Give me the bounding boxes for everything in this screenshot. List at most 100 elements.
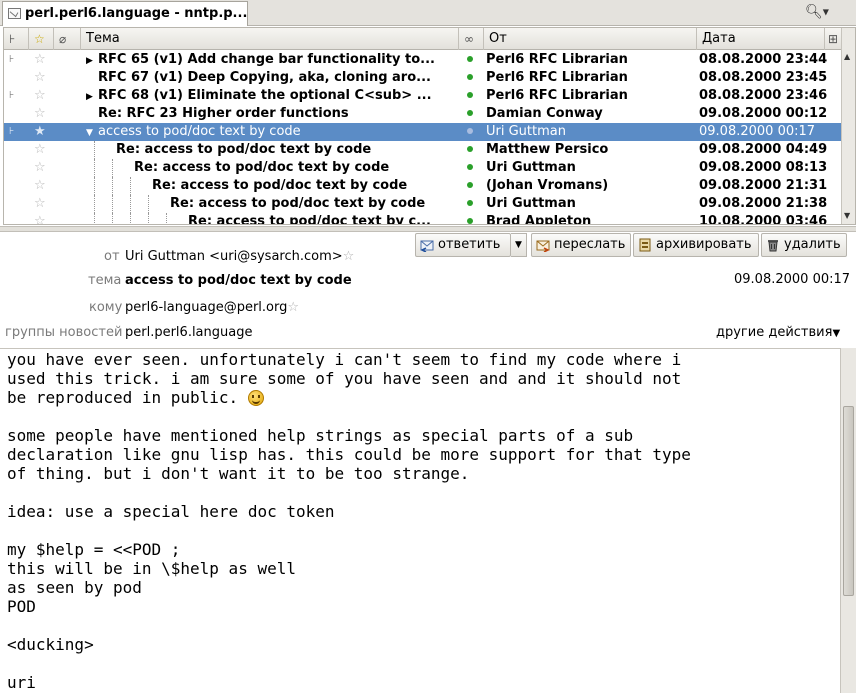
column-date[interactable]: Дата [697, 28, 825, 50]
message-subject: ▼ access to pod/doc text by code [86, 123, 462, 141]
scroll-down-icon[interactable]: ▼ [844, 211, 850, 220]
reply-label: ответить [438, 237, 501, 252]
delete-button[interactable]: удалить [761, 233, 847, 257]
column-picker[interactable]: ⊞ [825, 28, 841, 50]
star-icon[interactable]: ☆ [34, 51, 48, 69]
thread-tree-line [130, 195, 131, 213]
body-line: be reproduced in public. [7, 388, 248, 407]
delete-label: удалить [784, 237, 841, 252]
column-unread[interactable]: ∞ [459, 28, 484, 50]
unread-dot-icon[interactable] [467, 51, 475, 69]
message-row[interactable]: ⊦ ☆ ▶ RFC 65 (v1) Add change bar functional… [4, 51, 841, 69]
message-row[interactable]: ☆ Re: access to pod/doc text by code Uri G… [4, 159, 841, 177]
thread-scrollbar[interactable]: ▲ ▼ [841, 28, 855, 224]
message-subject-text: Re: RFC 23 Higher order functions [98, 106, 349, 121]
forward-button[interactable]: переслать [531, 233, 631, 257]
forward-icon [536, 240, 550, 252]
star-icon[interactable]: ☆ [34, 213, 48, 224]
column-thread[interactable]: ⊦ [4, 28, 29, 50]
unread-dot-icon[interactable] [467, 159, 475, 177]
subject-value: access to pod/doc text by code [125, 273, 352, 288]
message-from: Matthew Persico [486, 142, 609, 157]
column-from[interactable]: От [484, 28, 697, 50]
scrollbar-thumb[interactable] [843, 406, 854, 596]
unread-dot-icon[interactable] [467, 87, 475, 105]
reply-button[interactable]: ответить [415, 233, 511, 257]
tab-newsgroup[interactable]: perl.perl6.language - nntp.p... [2, 1, 248, 26]
star-icon[interactable]: ☆ [34, 87, 48, 105]
thread-tree-line [112, 195, 113, 213]
thread-tree-line [94, 159, 95, 177]
unread-status-icon: ∞ [464, 32, 474, 46]
scroll-up-icon[interactable]: ▲ [844, 52, 850, 61]
message-date: 09.08.2000 00:17 [734, 272, 851, 287]
unread-dot-icon[interactable] [467, 141, 475, 159]
forward-label: переслать [554, 237, 626, 252]
message-row[interactable]: ☆ Re: access to pod/doc text by code Uri G… [4, 195, 841, 213]
column-header: ⊦ ☆ ⌀ Тема ∞ От Дата ⊞ [4, 28, 841, 50]
chevron-right-icon[interactable]: ▶ [86, 52, 98, 69]
unread-dot-icon[interactable] [467, 195, 475, 213]
message-row[interactable]: ☆ Re: access to pod/doc text by c... Brad … [4, 213, 841, 224]
thread-tree-line [130, 213, 131, 224]
message-subject: Re: access to pod/doc text by code [140, 177, 462, 195]
reply-dropdown[interactable]: ▼ [511, 233, 527, 257]
message-date: 08.08.2000 23:44 [699, 52, 828, 67]
message-date: 08.08.2000 23:45 [699, 70, 828, 85]
star-icon[interactable]: ★ [34, 123, 48, 141]
body-line: you have ever seen. unfortunately i can'… [7, 350, 682, 369]
message-date: 09.08.2000 04:49 [699, 142, 828, 157]
column-starred[interactable]: ☆ [29, 28, 54, 50]
message-row[interactable]: ☆ RFC 67 (v1) Deep Copying, aka, cloning … [4, 69, 841, 87]
message-date: 08.08.2000 23:46 [699, 88, 828, 103]
message-from: (Johan Vromans) [486, 178, 609, 193]
unread-dot-icon[interactable] [467, 105, 475, 123]
message-subject: ▶ RFC 65 (v1) Add change bar functionalit… [86, 51, 462, 69]
message-subject-text: Re: access to pod/doc text by code [116, 142, 372, 157]
message-row[interactable]: ⊦ ★ ▼ access to pod/doc text by code Uri Gut… [4, 123, 841, 141]
search-icon[interactable]: 🔍︎▼ [805, 4, 829, 20]
chevron-down-icon[interactable]: ▼ [86, 124, 98, 141]
message-from: Perl6 RFC Librarian [486, 70, 628, 85]
message-row[interactable]: ☆ Re: RFC 23 Higher order functions Damian… [4, 105, 841, 123]
star-icon[interactable]: ☆ [34, 195, 48, 213]
message-row[interactable]: ☆ Re: access to pod/doc text by code Matth… [4, 141, 841, 159]
thread-icon [9, 159, 23, 177]
thread-tree-line [94, 213, 95, 224]
to-value[interactable]: perl6-language@perl.org☆ [125, 300, 299, 315]
star-icon[interactable]: ☆ [34, 177, 48, 195]
message-row[interactable]: ☆ Re: access to pod/doc text by code (Joha… [4, 177, 841, 195]
star-icon[interactable]: ☆ [34, 105, 48, 123]
body-line: POD [7, 597, 36, 616]
thread-icon [9, 105, 23, 123]
column-subject[interactable]: Тема [81, 28, 459, 50]
unread-dot-icon[interactable] [467, 123, 475, 141]
other-actions-dropdown[interactable]: другие действия▼ [716, 325, 840, 340]
body-line: idea: use a special here doc token [7, 502, 335, 521]
thread-icon [9, 195, 23, 213]
message-body[interactable]: you have ever seen. unfortunately i can'… [0, 348, 840, 693]
chevron-right-icon[interactable]: ▶ [86, 88, 98, 105]
unread-dot-icon[interactable] [467, 69, 475, 87]
star-icon[interactable]: ☆ [343, 249, 355, 264]
newsgroups-value[interactable]: perl.perl6.language [125, 325, 252, 340]
star-icon[interactable]: ☆ [287, 300, 299, 315]
message-from: Brad Appleton [486, 214, 592, 224]
from-value[interactable]: Uri Guttman <uri@sysarch.com>☆ [125, 249, 354, 264]
message-scrollbar[interactable] [840, 348, 856, 693]
star-icon[interactable]: ☆ [34, 69, 48, 87]
unread-dot-icon[interactable] [467, 213, 475, 224]
chevron-down-icon: ▼ [832, 328, 841, 339]
message-from: Uri Guttman [486, 196, 576, 211]
star-icon[interactable]: ☆ [34, 159, 48, 177]
thread-icon [9, 177, 23, 195]
from-address[interactable]: Uri Guttman <uri@sysarch.com> [125, 249, 343, 264]
star-icon[interactable]: ☆ [34, 141, 48, 159]
message-row[interactable]: ⊦ ☆ ▶ RFC 68 (v1) Eliminate the optional C<… [4, 87, 841, 105]
unread-dot-icon[interactable] [467, 177, 475, 195]
smiley-icon [247, 390, 264, 406]
archive-button[interactable]: архивировать [633, 233, 759, 257]
to-address[interactable]: perl6-language@perl.org [125, 300, 287, 315]
message-subject-text: Re: access to pod/doc text by c... [188, 214, 431, 224]
column-attachment[interactable]: ⌀ [54, 28, 81, 50]
